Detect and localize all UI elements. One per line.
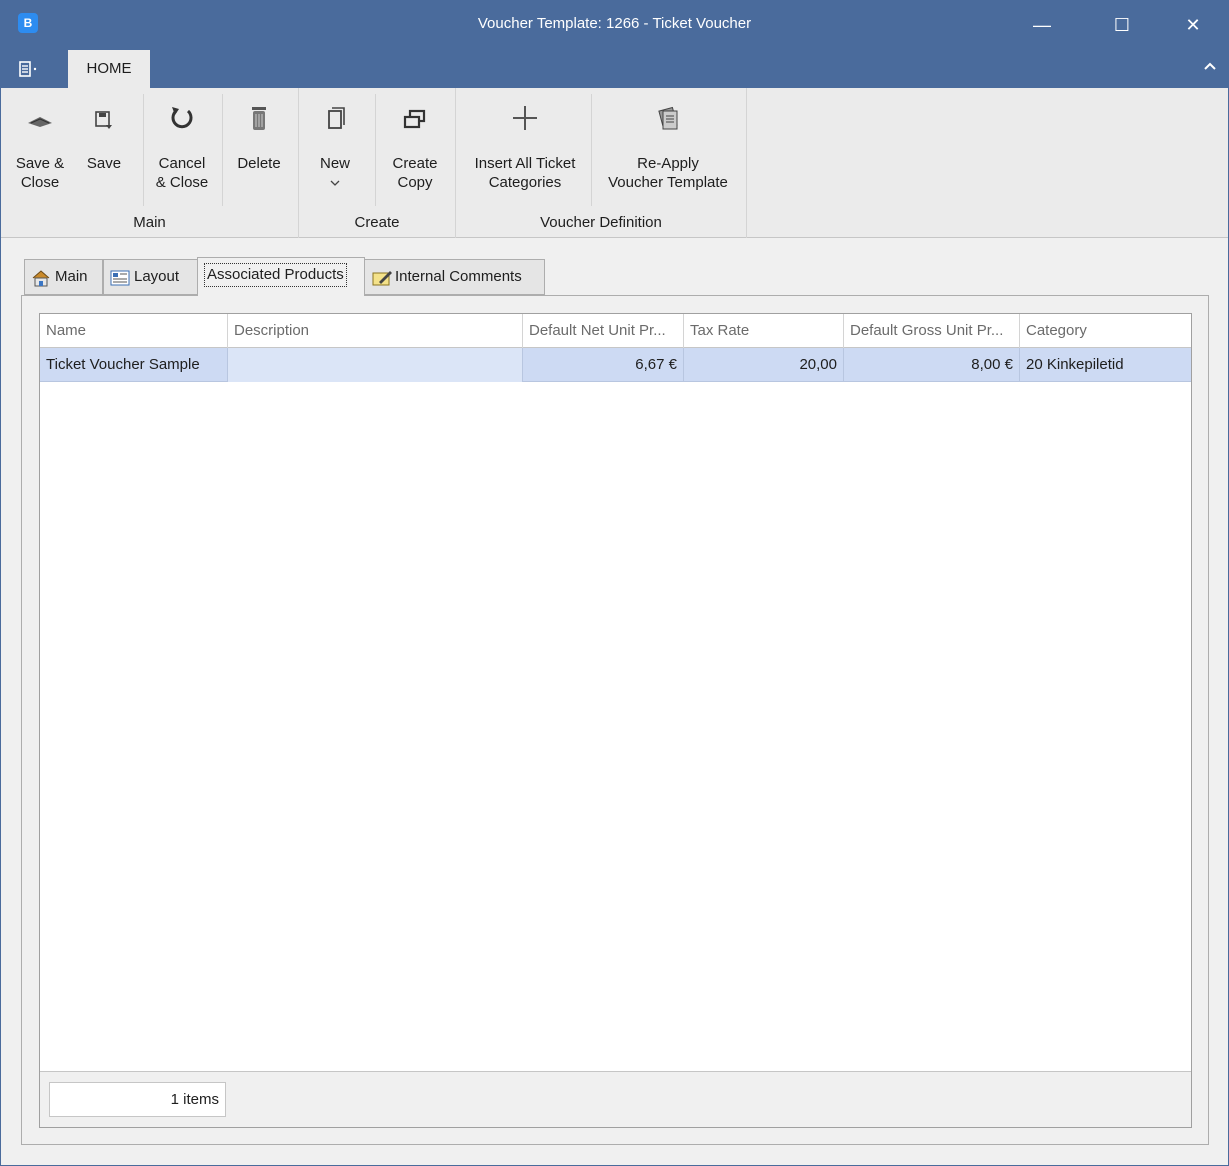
save-close-label-2: Close: [20, 174, 60, 191]
ribbon-group-create: New Create Copy Create: [299, 88, 456, 238]
group-label-create: Create: [354, 214, 400, 231]
separator: [222, 94, 223, 206]
cancel-close-button[interactable]: Cancel & Close: [149, 94, 215, 192]
ticket-stack-icon: [598, 94, 738, 154]
save-label: Save: [86, 155, 122, 172]
cell-tax-rate[interactable]: 20,00: [684, 348, 844, 382]
group-label-main: Main: [133, 214, 166, 231]
chevron-down-icon: [307, 173, 363, 192]
tab-home[interactable]: HOME: [68, 50, 150, 88]
reapply-label-2: Voucher Template: [608, 174, 728, 191]
insert-all-ticket-categories-button[interactable]: Insert All Ticket Categories: [462, 94, 588, 192]
reapply-label-1: Re-Apply: [637, 155, 699, 172]
item-count: 1 items: [49, 1082, 226, 1117]
title-bar[interactable]: B Voucher Template: 1266 - Ticket Vouche…: [1, 1, 1228, 50]
menu-icon[interactable]: [18, 60, 42, 80]
tab-main-label: Main: [55, 268, 88, 285]
save-close-label-1: Save &: [15, 155, 65, 172]
save-icon: [77, 94, 131, 154]
ribbon-tab-row: HOME: [1, 50, 1228, 88]
save-close-button[interactable]: Save & Close: [7, 94, 73, 192]
tab-associated-products-label: Associated Products: [204, 263, 347, 287]
notepad-pencil-icon: [371, 266, 392, 286]
column-header-description[interactable]: Description: [228, 314, 523, 348]
new-button[interactable]: New: [307, 94, 363, 192]
create-copy-label-1: Create: [392, 155, 438, 172]
separator: [591, 94, 592, 206]
cell-name[interactable]: Ticket Voucher Sample: [40, 348, 228, 382]
cell-description[interactable]: [228, 348, 523, 382]
maximize-button[interactable]: ☐: [1087, 1, 1157, 50]
ribbon-group-voucher-definition: Insert All Ticket Categories Re-Apply Vo…: [456, 88, 747, 238]
minimize-button[interactable]: —: [1007, 1, 1077, 50]
table-row[interactable]: Ticket Voucher Sample 6,67 € 20,00 8,00 …: [40, 348, 1191, 382]
close-button[interactable]: ✕: [1158, 1, 1228, 50]
grid-header: Name Description Default Net Unit Pr... …: [40, 314, 1191, 348]
chevron-up-icon[interactable]: [1200, 58, 1220, 78]
save-close-icon: [7, 94, 73, 154]
ribbon-group-main: Save & Close Save Cancel & Close Delete …: [1, 88, 299, 238]
new-document-icon: [307, 94, 363, 154]
create-copy-label-2: Copy: [397, 174, 433, 191]
column-header-net-price[interactable]: Default Net Unit Pr...: [523, 314, 684, 348]
tab-internal-comments-label: Internal Comments: [395, 268, 522, 285]
undo-icon: [149, 94, 215, 154]
tab-associated-products[interactable]: Associated Products: [197, 257, 365, 296]
tab-layout[interactable]: Layout: [103, 259, 198, 295]
cell-gross-price[interactable]: 8,00 €: [844, 348, 1020, 382]
copy-icon: [381, 94, 449, 154]
trash-icon: [227, 94, 291, 154]
tab-internal-comments[interactable]: Internal Comments: [364, 259, 545, 295]
delete-button[interactable]: Delete: [227, 94, 291, 173]
delete-label: Delete: [237, 155, 281, 172]
cancel-close-label-2: & Close: [155, 174, 209, 191]
insert-label-2: Categories: [488, 174, 562, 191]
column-header-tax-rate[interactable]: Tax Rate: [684, 314, 844, 348]
tab-layout-label: Layout: [134, 268, 180, 285]
group-label-voucher-definition: Voucher Definition: [540, 214, 662, 231]
content-area: Main Layout Associated Products Internal…: [1, 239, 1228, 1165]
reapply-voucher-template-button[interactable]: Re-Apply Voucher Template: [598, 94, 738, 192]
column-header-name[interactable]: Name: [40, 314, 228, 348]
plus-icon: [462, 94, 588, 154]
separator: [143, 94, 144, 206]
layout-icon: [110, 266, 130, 286]
insert-label-1: Insert All Ticket: [474, 155, 576, 172]
cancel-close-label-1: Cancel: [158, 155, 206, 172]
ribbon: Save & Close Save Cancel & Close Delete …: [1, 88, 1228, 238]
cell-net-price[interactable]: 6,67 €: [523, 348, 684, 382]
create-copy-button[interactable]: Create Copy: [381, 94, 449, 192]
voucher-template-window: B Voucher Template: 1266 - Ticket Vouche…: [0, 0, 1229, 1166]
new-label: New: [319, 155, 350, 172]
tab-main[interactable]: Main: [24, 259, 103, 295]
save-button[interactable]: Save: [77, 94, 131, 173]
products-grid[interactable]: Name Description Default Net Unit Pr... …: [39, 313, 1192, 1128]
column-header-gross-price[interactable]: Default Gross Unit Pr...: [844, 314, 1020, 348]
separator: [375, 94, 376, 206]
cell-category[interactable]: 20 Kinkepiletid: [1020, 348, 1191, 382]
associated-products-page: Name Description Default Net Unit Pr... …: [21, 295, 1209, 1145]
grid-footer: 1 items: [40, 1071, 1191, 1127]
column-header-category[interactable]: Category: [1020, 314, 1191, 348]
house-icon: [31, 266, 51, 287]
